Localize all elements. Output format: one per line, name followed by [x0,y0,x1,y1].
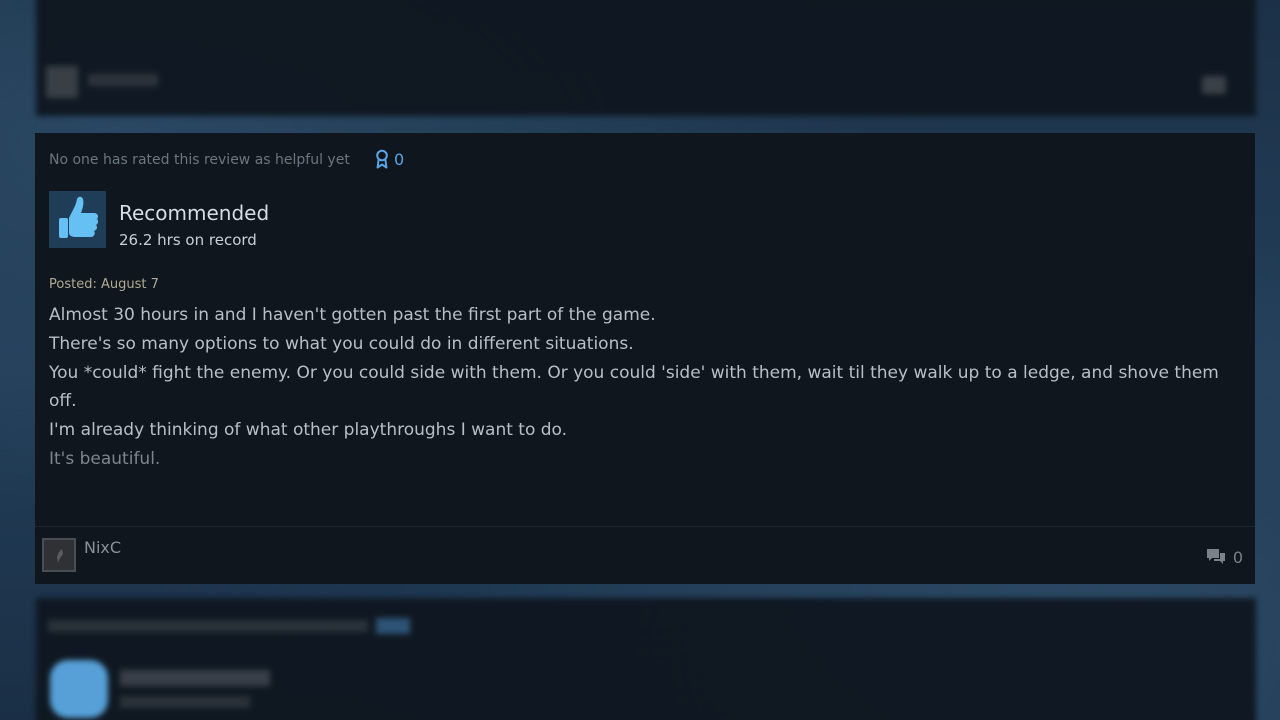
award-count: 0 [394,149,405,169]
hours-on-record: 26.2 hrs on record [119,231,257,249]
author-name[interactable]: NixC [84,538,121,557]
award-icon [376,618,410,634]
recommendation-title-placeholder [120,670,270,686]
avatar [46,66,78,98]
avatar[interactable] [42,538,76,572]
review-line: Almost 30 hours in and I haven't gotten … [49,305,656,325]
review-line: It's beautiful. [49,448,161,469]
thumbs-up-icon [50,660,108,718]
helpful-status: No one has rated this review as helpful … [49,152,350,168]
review-text: Almost 30 hours in and I haven't gotten … [49,301,1239,474]
review-line: I'm already thinking of what other playt… [49,420,568,441]
next-review-blurred [36,598,1256,720]
hours-placeholder [120,696,250,708]
thumbs-up-icon[interactable] [49,191,106,248]
posted-date: Posted: August 7 [49,277,159,292]
comments-button[interactable]: 0 [1205,547,1243,567]
helpful-status-placeholder [48,620,368,632]
comment-icon [1202,76,1226,94]
review-line: You *could* fight the enemy. Or you coul… [49,362,1219,412]
recommendation-title[interactable]: Recommended [119,201,269,225]
comment-count: 0 [1232,547,1243,567]
previous-review-blurred [36,0,1256,116]
divider [35,526,1255,527]
author-name-placeholder [88,74,158,86]
comment-icon [1206,549,1225,564]
review-line: There's so many options to what you coul… [49,333,634,354]
award-button[interactable]: 0 [375,149,404,169]
review-card: No one has rated this review as helpful … [35,133,1255,584]
award-icon [376,149,388,169]
